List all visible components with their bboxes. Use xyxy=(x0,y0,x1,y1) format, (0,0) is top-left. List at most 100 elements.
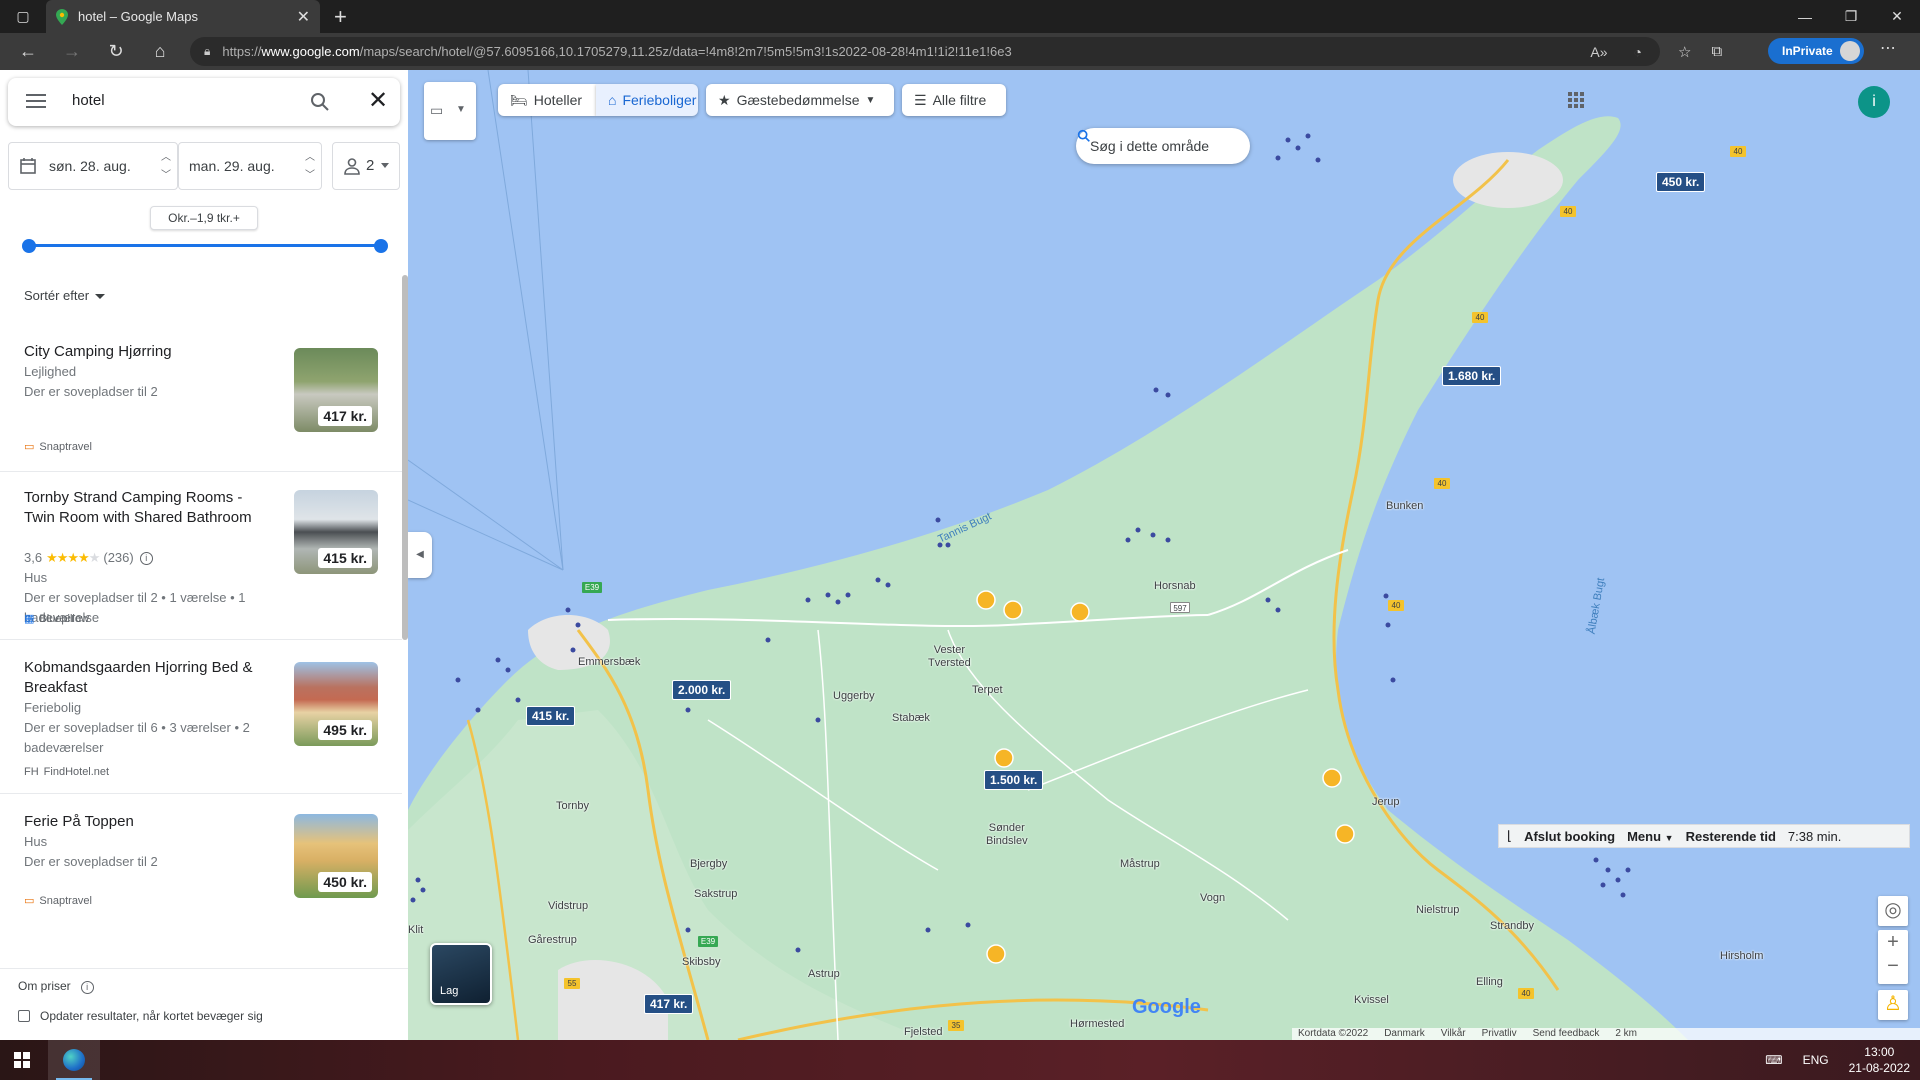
filter-hotels-chip[interactable]: 🛏︎ Hoteller xyxy=(498,84,596,116)
address-bar[interactable]: 🔒︎ https://www.google.com/maps/search/ho… xyxy=(190,37,1660,66)
back-icon[interactable]: ← xyxy=(6,33,50,70)
place-label[interactable]: Måstrup xyxy=(1120,858,1160,870)
sort-dropdown[interactable]: Sortér efter xyxy=(24,288,106,303)
refresh-icon[interactable]: ↻ xyxy=(94,33,138,70)
place-label[interactable]: Fjelsted xyxy=(904,1026,943,1038)
home-icon[interactable]: ⌂ xyxy=(138,33,182,70)
place-label[interactable]: Vester Tversted xyxy=(928,644,971,670)
place-label[interactable]: Bjergby xyxy=(690,858,727,870)
booking-menu-button[interactable]: Menu ▼ xyxy=(1627,829,1674,844)
search-icon[interactable] xyxy=(308,90,332,114)
listing-photo[interactable]: 450 kr. xyxy=(294,814,378,898)
map-price-tag[interactable]: 450 kr. xyxy=(1656,172,1706,192)
inprivate-button[interactable]: InPrivate xyxy=(1768,38,1864,64)
guests-selector[interactable]: 2 xyxy=(332,142,400,190)
input-tools-button[interactable]: ▭ ▼ xyxy=(424,82,476,140)
listing-source[interactable]: ▭ Snaptravel xyxy=(24,894,92,908)
info-icon[interactable]: i xyxy=(80,981,94,994)
map-price-tag[interactable]: 415 kr. xyxy=(526,706,576,726)
checkin-stepper-icon[interactable]: ︿ ﹀ xyxy=(161,149,171,185)
listing-card[interactable]: Ferie På Toppen Hus Der er sovepladser t… xyxy=(0,794,402,968)
clear-search-icon[interactable]: ✕ xyxy=(363,86,393,116)
forward-icon[interactable]: → xyxy=(50,33,94,70)
listing-name[interactable]: Ferie På Toppen xyxy=(24,812,274,832)
edge-taskbar-button[interactable] xyxy=(48,1040,100,1080)
update-results-toggle[interactable]: Opdater resultater, når kortet bevæger s… xyxy=(18,1009,263,1023)
end-booking-button[interactable]: Afslut booking xyxy=(1524,829,1615,844)
listing-source[interactable]: ▦ Bluepillow xyxy=(24,612,89,626)
about-prices[interactable]: Om priser i xyxy=(18,979,94,994)
price-slider-track[interactable] xyxy=(28,244,380,247)
filter-holiday-homes-chip[interactable]: ⌂ Ferieboliger xyxy=(596,84,698,116)
place-label[interactable]: Astrup xyxy=(808,968,840,980)
read-aloud-icon[interactable]: A» xyxy=(1590,44,1607,60)
restore-icon[interactable]: ❐ xyxy=(1828,0,1874,33)
minimize-icon[interactable]: — xyxy=(1782,0,1828,33)
place-label[interactable]: Bunken xyxy=(1386,500,1423,512)
place-label[interactable]: Nielstrup xyxy=(1416,904,1459,916)
tab-actions-icon[interactable]: ▢ xyxy=(0,0,46,33)
place-label[interactable]: Terpet xyxy=(972,684,1003,696)
listing-photo[interactable]: 495 kr. xyxy=(294,662,378,746)
checkout-date[interactable]: man. 29. aug. ︿ ﹀ xyxy=(178,142,322,190)
place-label[interactable]: Gårestrup xyxy=(528,934,577,946)
guest-rating-filter[interactable]: ★ Gæstebedømmelse ▼ xyxy=(706,84,894,116)
keyboard-icon[interactable]: ⌨ xyxy=(1765,1053,1782,1067)
place-label[interactable]: Elling xyxy=(1476,976,1503,988)
language-indicator[interactable]: ENG xyxy=(1803,1053,1829,1067)
listing-name[interactable]: City Camping Hjørring xyxy=(24,342,274,362)
close-window-icon[interactable]: ✕ xyxy=(1874,0,1920,33)
browser-tab[interactable]: hotel – Google Maps ✕ xyxy=(46,0,320,33)
checkout-stepper-icon[interactable]: ︿ ﹀ xyxy=(305,149,315,185)
place-label[interactable]: Kvissel xyxy=(1354,994,1389,1006)
listing-source[interactable]: FH FindHotel.net xyxy=(24,766,109,778)
place-label[interactable]: Hirsholm xyxy=(1720,950,1763,962)
new-tab-icon[interactable]: + xyxy=(320,4,361,30)
all-filters-button[interactable]: ☰ Alle filtre xyxy=(902,84,1006,116)
listing-name[interactable]: Tornby Strand Camping Rooms - Twin Room … xyxy=(24,488,274,528)
place-label[interactable]: Tornby xyxy=(556,800,589,812)
place-label[interactable]: Hørmested xyxy=(1070,1018,1124,1030)
checkbox[interactable] xyxy=(18,1010,30,1022)
listing-photo[interactable]: 415 kr. xyxy=(294,490,378,574)
map-price-tag[interactable]: 1.500 kr. xyxy=(984,770,1044,790)
menu-icon[interactable] xyxy=(26,94,46,108)
country-link[interactable]: Danmark xyxy=(1384,1028,1425,1040)
place-label[interactable]: Klit xyxy=(408,924,423,936)
clock[interactable]: 13:00 21-08-2022 xyxy=(1849,1044,1910,1076)
tracking-prevention-icon[interactable]: ◔ xyxy=(1634,44,1642,60)
place-label[interactable]: Vidstrup xyxy=(548,900,588,912)
send-feedback-link[interactable]: Send feedback xyxy=(1533,1028,1600,1040)
search-input[interactable]: hotel xyxy=(72,92,105,109)
map-price-tag[interactable]: 417 kr. xyxy=(644,994,694,1014)
place-label[interactable]: Sakstrup xyxy=(694,888,737,900)
place-label[interactable]: Strandby xyxy=(1490,920,1534,932)
place-label[interactable]: Skibsby xyxy=(682,956,721,968)
account-avatar[interactable]: i xyxy=(1858,86,1890,118)
map-canvas[interactable]: ▭ ▼ 🛏︎ Hoteller ⌂ Ferieboliger ★ Gæstebedøm… xyxy=(408,70,1920,1040)
place-label[interactable]: Vogn xyxy=(1200,892,1225,904)
search-this-area-button[interactable]: Søg i dette område xyxy=(1076,128,1250,164)
google-apps-icon[interactable] xyxy=(1568,92,1584,108)
place-label[interactable]: Jerup xyxy=(1372,796,1400,808)
price-slider-max-handle[interactable] xyxy=(374,239,388,253)
map-price-tag[interactable]: 1.680 kr. xyxy=(1442,366,1502,386)
listing-source[interactable]: ▭ Snaptravel xyxy=(24,440,92,454)
collapse-panel-button[interactable]: ◀ xyxy=(408,532,432,578)
pegman-icon[interactable]: ♙ xyxy=(1878,990,1908,1020)
listing-name[interactable]: Kobmandsgaarden Hjorring Bed & Breakfast xyxy=(24,658,274,698)
place-label[interactable]: Uggerby xyxy=(833,690,875,702)
place-label[interactable]: Stabæk xyxy=(892,712,930,724)
favorites-icon[interactable]: ☆ xyxy=(1678,43,1691,61)
privacy-link[interactable]: Privatliv xyxy=(1482,1028,1517,1040)
map-price-tag[interactable]: 2.000 kr. xyxy=(672,680,732,700)
place-label[interactable]: Horsnab xyxy=(1154,580,1196,592)
listing-card[interactable]: Tornby Strand Camping Rooms - Twin Room … xyxy=(0,472,402,640)
collections-icon[interactable]: ⧉ xyxy=(1711,43,1722,60)
more-menu-icon[interactable]: ⋯ xyxy=(1880,38,1896,58)
place-label[interactable]: Emmersbæk xyxy=(578,656,640,668)
price-slider-min-handle[interactable] xyxy=(22,239,36,253)
my-location-icon[interactable]: ◎ xyxy=(1878,896,1908,926)
place-label[interactable]: Sønder Bindslev xyxy=(986,822,1028,848)
terms-link[interactable]: Vilkår xyxy=(1441,1028,1466,1040)
